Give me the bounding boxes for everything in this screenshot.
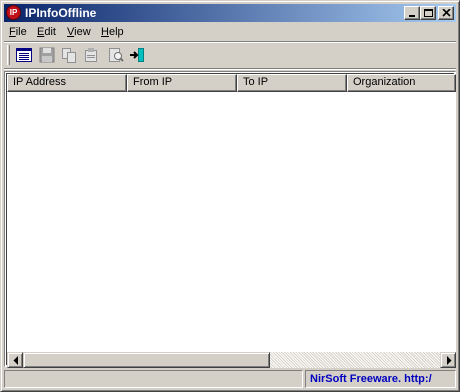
find-button[interactable] xyxy=(107,46,125,64)
status-bar: NirSoft Freeware. http:/ xyxy=(4,370,456,388)
copy-icon xyxy=(62,48,76,63)
toolbar-separator xyxy=(4,68,456,70)
exit-icon xyxy=(130,48,144,62)
list-inner: IP Address From IP To IP Organization xyxy=(6,73,456,368)
status-pane-left xyxy=(4,370,303,388)
properties-button[interactable] xyxy=(15,46,33,64)
horizontal-scrollbar[interactable] xyxy=(7,352,456,368)
toolbar-grip[interactable] xyxy=(7,45,10,65)
menu-help-rest: elp xyxy=(108,26,124,38)
exit-button[interactable] xyxy=(129,46,147,64)
arrow-left-icon xyxy=(13,356,18,365)
minimize-button[interactable] xyxy=(404,6,420,20)
menu-help[interactable]: Help xyxy=(101,25,124,39)
scroll-left-button[interactable] xyxy=(7,352,23,368)
menu-help-accel: H xyxy=(101,26,109,38)
scroll-thumb[interactable] xyxy=(23,352,270,368)
html-report-icon xyxy=(85,48,97,62)
close-icon xyxy=(442,9,451,17)
properties-list-icon xyxy=(16,48,32,62)
maximize-icon xyxy=(424,9,433,17)
arrow-right-icon xyxy=(447,356,452,365)
menu-edit-rest: dit xyxy=(44,26,56,38)
column-organization[interactable]: Organization xyxy=(347,74,456,92)
column-ip-address[interactable]: IP Address xyxy=(7,74,127,92)
column-to-ip[interactable]: To IP xyxy=(237,74,347,92)
minimize-icon xyxy=(409,15,415,17)
menu-bar: File Edit View Help xyxy=(4,23,456,41)
html-report-button[interactable] xyxy=(82,46,100,64)
app-window: IP IPInfoOffline File Edit View Help IP … xyxy=(0,0,460,392)
scroll-right-button[interactable] xyxy=(440,352,456,368)
title-bar[interactable]: IP IPInfoOffline xyxy=(4,4,456,22)
copy-button[interactable] xyxy=(60,46,78,64)
menu-file-rest: ile xyxy=(15,26,27,38)
window-title: IPInfoOffline xyxy=(25,6,97,20)
menu-file[interactable]: File xyxy=(9,25,27,39)
menu-view-rest: iew xyxy=(74,26,91,38)
menu-file-accel: F xyxy=(9,26,16,38)
find-icon xyxy=(109,48,124,62)
menu-view[interactable]: View xyxy=(67,25,91,39)
ip-list-view[interactable]: IP Address From IP To IP Organization xyxy=(4,71,456,368)
toolbar xyxy=(4,43,456,67)
column-from-ip[interactable]: From IP xyxy=(127,74,237,92)
save-icon xyxy=(39,47,55,63)
menu-edit[interactable]: Edit xyxy=(37,25,56,39)
save-button[interactable] xyxy=(38,46,56,64)
column-headers: IP Address From IP To IP Organization xyxy=(7,74,456,92)
app-icon: IP xyxy=(6,5,21,20)
scroll-track[interactable] xyxy=(270,352,440,368)
nirsoft-link[interactable]: NirSoft Freeware. http:/ xyxy=(305,370,456,388)
close-button[interactable] xyxy=(438,6,454,20)
maximize-button[interactable] xyxy=(420,6,436,20)
